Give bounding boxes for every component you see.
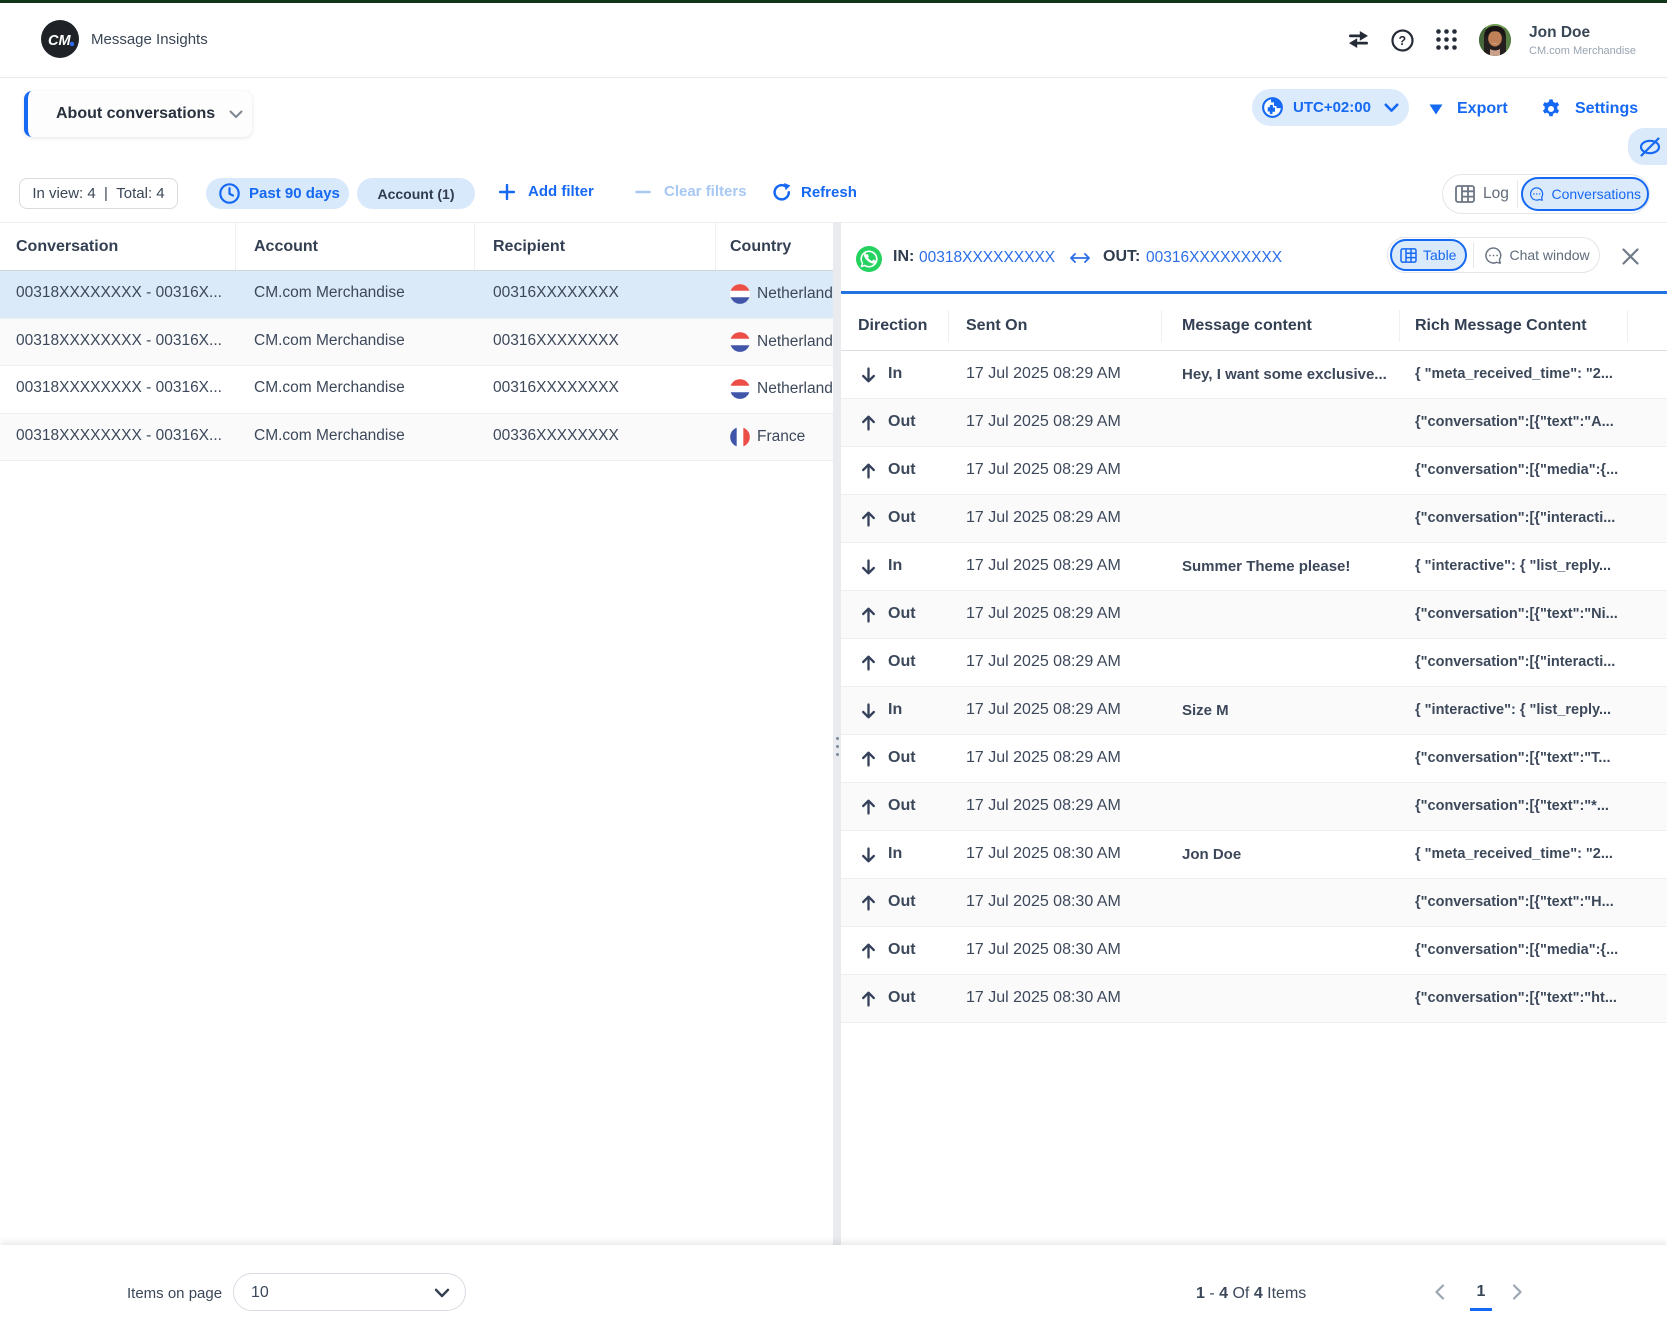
svg-text:?: ? <box>1399 34 1407 48</box>
svg-text:CM: CM <box>48 33 71 49</box>
